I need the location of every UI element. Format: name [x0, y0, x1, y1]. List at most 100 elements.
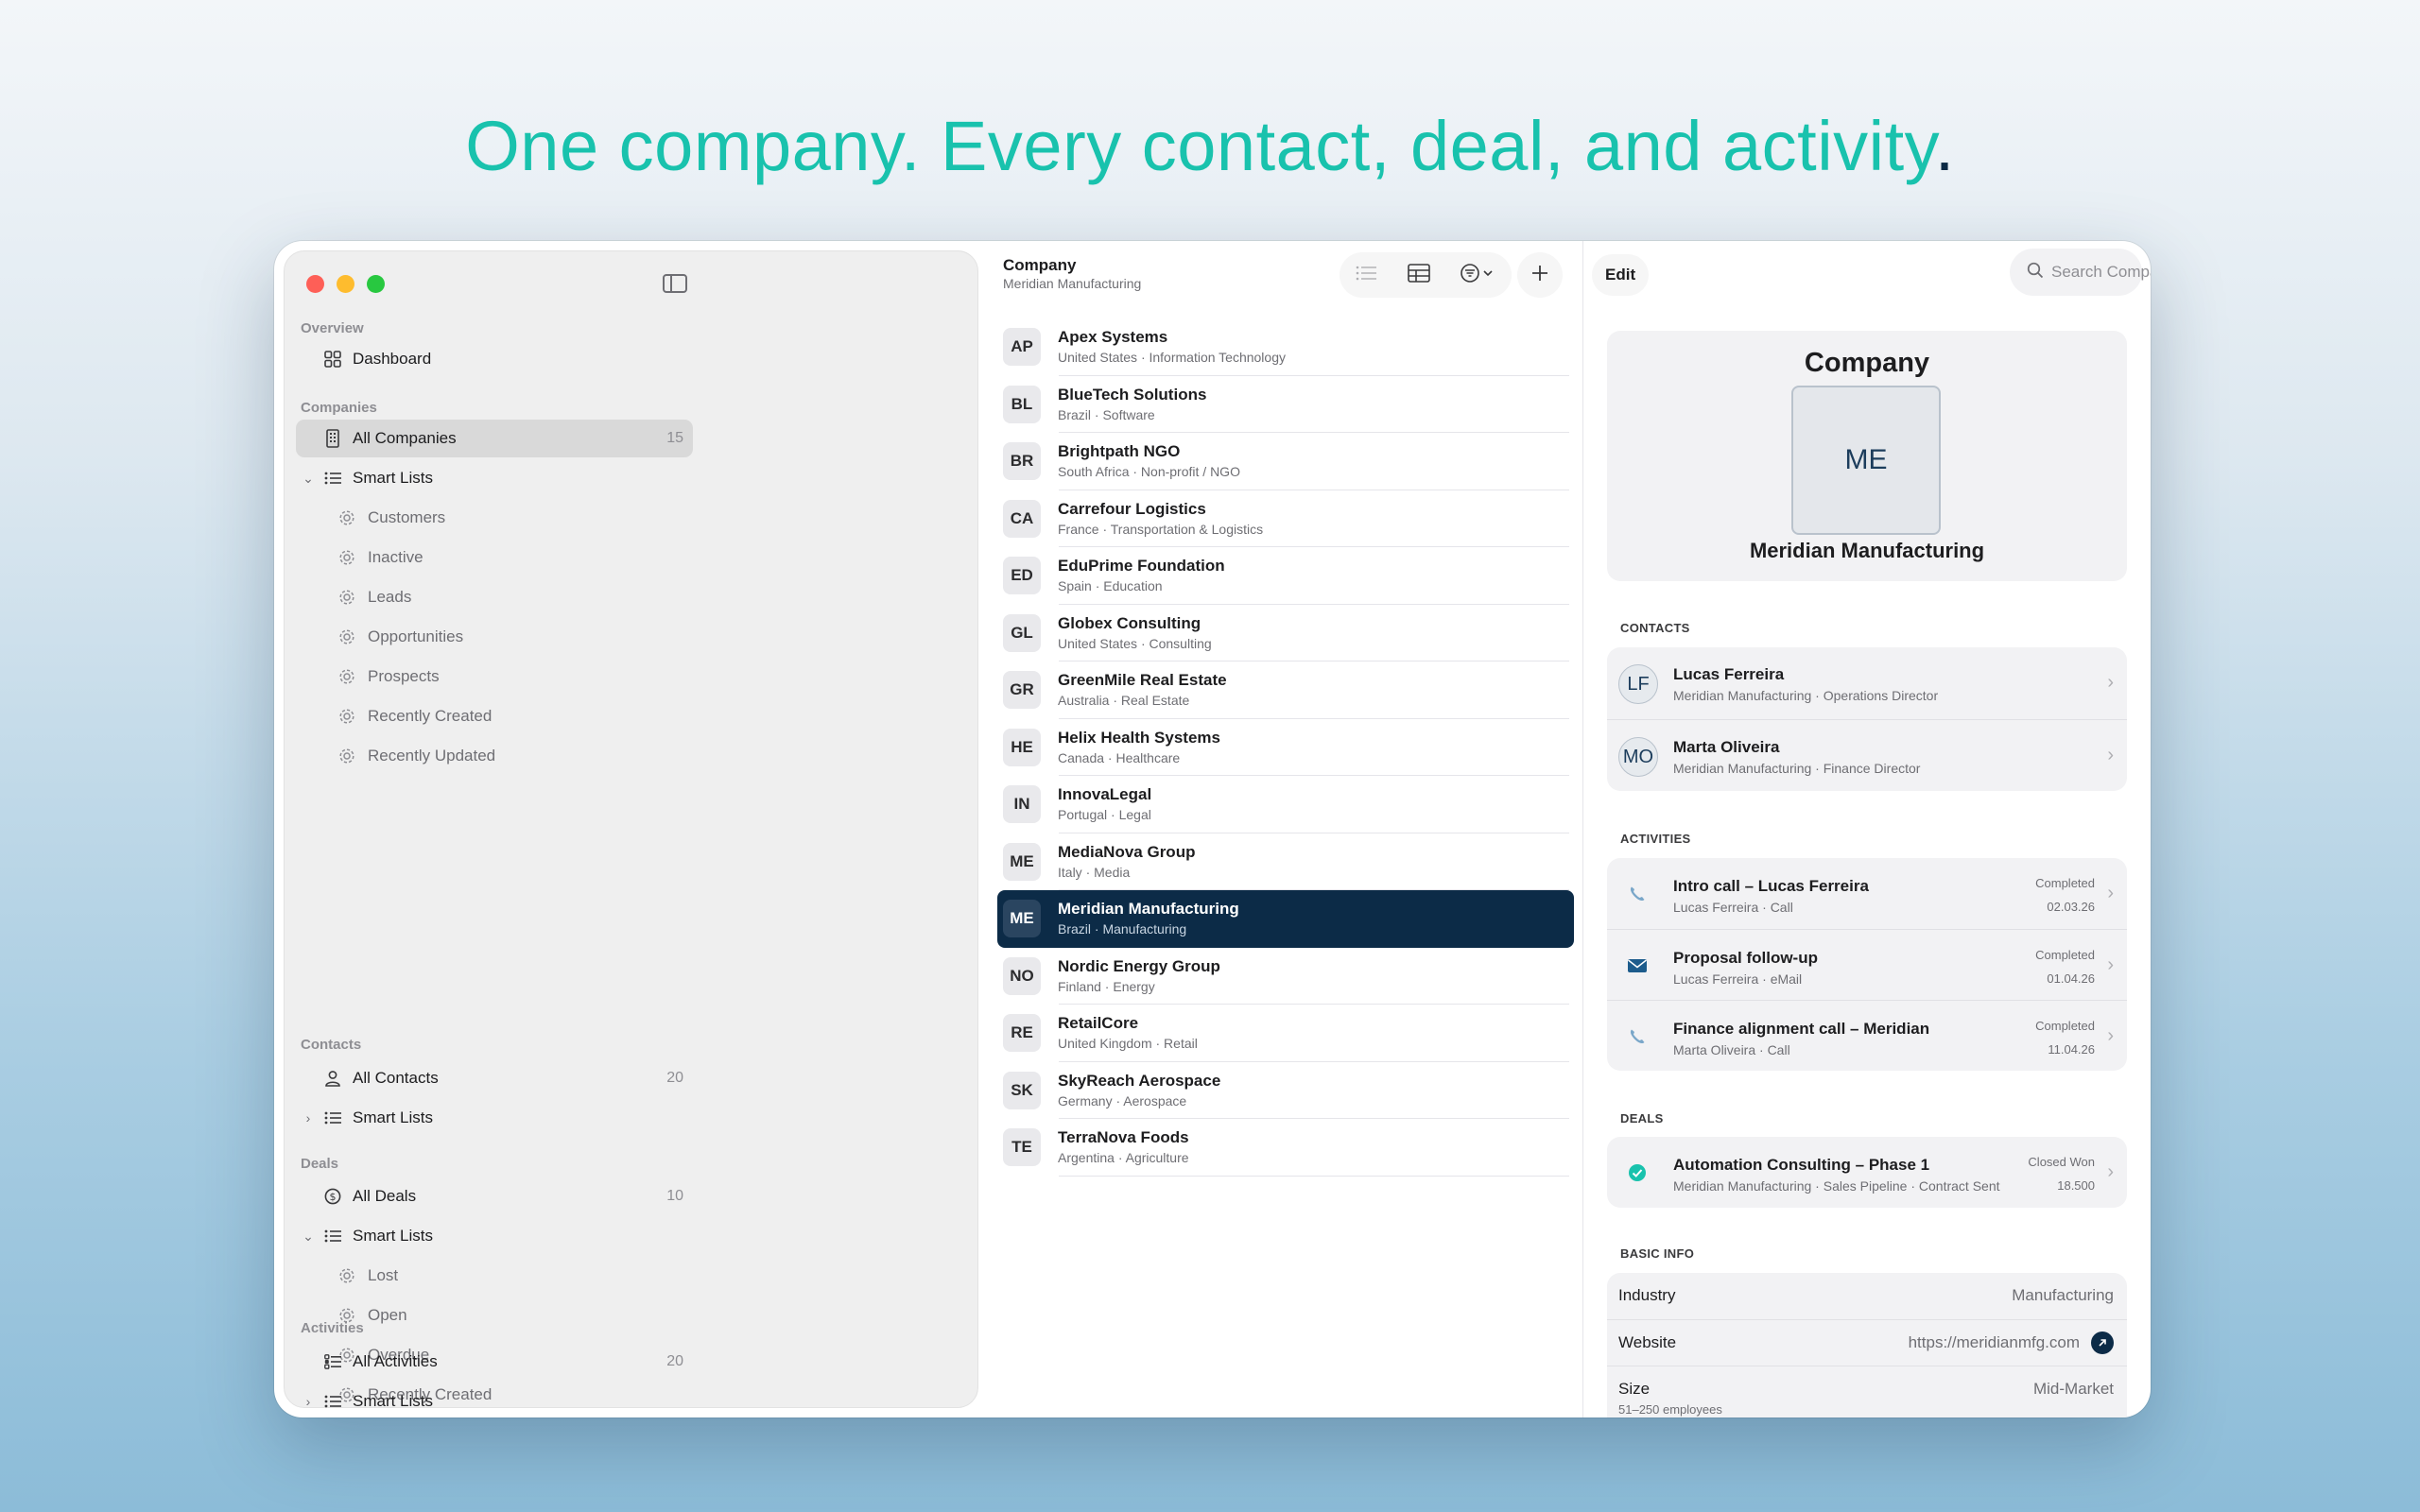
- activity-title: Proposal follow-up: [1673, 949, 1818, 967]
- sidebar-item-all-deals[interactable]: $ All Deals 10: [296, 1177, 693, 1215]
- website-link[interactable]: https://meridianmfg.com: [1909, 1333, 2080, 1352]
- add-company-button[interactable]: [1517, 252, 1563, 298]
- company-row-name: Nordic Energy Group: [1058, 956, 1220, 975]
- zoom-window-button[interactable]: [367, 275, 385, 293]
- activity-subtitle: Marta Oliveira · Call: [1673, 1042, 1790, 1057]
- info-row-size: Size Mid-Market 51–250 employees: [1607, 1366, 2127, 1418]
- sidebar-item-label: All Companies: [353, 429, 457, 447]
- smart-list-label: Open: [368, 1306, 407, 1324]
- dollar-icon: $: [322, 1186, 343, 1207]
- table-view-button[interactable]: [1392, 252, 1445, 298]
- count-badge: 15: [666, 430, 683, 446]
- sidebar-item-label: Smart Lists: [353, 1392, 434, 1410]
- sidebar-item-all-activities[interactable]: All Activities 20: [296, 1343, 693, 1381]
- basic-info-section-label: BASIC INFO: [1620, 1246, 1695, 1261]
- sidebar-item-label: All Deals: [353, 1187, 417, 1205]
- company-row[interactable]: ME MediaNova Group Italy · Media: [997, 833, 1574, 890]
- chevron-down-icon[interactable]: ⌄: [302, 1228, 315, 1245]
- deal-row[interactable]: Automation Consulting – Phase 1 Meridian…: [1607, 1137, 2127, 1208]
- company-row[interactable]: IN InnovaLegal Portugal · Legal: [997, 776, 1574, 833]
- info-key: Industry: [1618, 1286, 1676, 1304]
- company-row[interactable]: NO Nordic Energy Group Finland · Energy: [997, 948, 1574, 1005]
- detail-scroll-area[interactable]: Company ME Meridian Manufacturing CONTAC…: [1584, 241, 2151, 1418]
- company-row-meta: United States · Consulting: [1058, 635, 1212, 651]
- company-row[interactable]: GR GreenMile Real Estate Australia · Real …: [997, 662, 1574, 719]
- company-row[interactable]: CA Carrefour Logistics France · Transporta…: [997, 490, 1574, 547]
- sidebar-toggle-icon[interactable]: [663, 274, 687, 293]
- section-companies: Companies: [301, 400, 377, 416]
- activity-row[interactable]: Finance alignment call – Meridian Marta O…: [1607, 1000, 2127, 1071]
- sidebar-item-activity-smart-lists[interactable]: › Smart Lists: [296, 1383, 693, 1418]
- company-row[interactable]: ED EduPrime Foundation Spain · Education: [997, 547, 1574, 605]
- chevron-down-icon[interactable]: ⌄: [302, 471, 315, 487]
- company-row[interactable]: ME Meridian Manufacturing Brazil · Manufac…: [997, 890, 1574, 948]
- contact-row[interactable]: MO Marta Oliveira Meridian Manufacturing ·…: [1607, 719, 2127, 791]
- smart-list-label: Lost: [368, 1266, 399, 1284]
- smart-list-item[interactable]: Inactive: [296, 539, 693, 576]
- company-row[interactable]: GL Globex Consulting United States · Consu…: [997, 605, 1574, 662]
- smart-list-item[interactable]: Recently Created: [296, 697, 693, 735]
- activity-status: Completed: [2035, 948, 2095, 962]
- sidebar-item-all-contacts[interactable]: All Contacts 20: [296, 1059, 693, 1097]
- phone-icon: [1626, 883, 1649, 905]
- company-row[interactable]: TE TerraNova Foods Argentina · Agriculture: [997, 1119, 1574, 1177]
- company-avatar: ED: [1003, 557, 1041, 595]
- hero-title: Company: [1804, 348, 1930, 378]
- chevron-right-icon: ›: [2107, 883, 2114, 903]
- smart-list-item[interactable]: Opportunities: [296, 618, 693, 656]
- company-row-name: EduPrime Foundation: [1058, 557, 1225, 575]
- open-link-icon[interactable]: [2091, 1332, 2114, 1354]
- gear-icon: [337, 547, 357, 568]
- sidebar-item-deal-smart-lists[interactable]: ⌄ Smart Lists: [296, 1217, 693, 1255]
- basic-info-card: Industry Manufacturing Website https://m…: [1607, 1273, 2127, 1418]
- deal-status: Closed Won: [2028, 1155, 2095, 1169]
- deal-subtitle: Meridian Manufacturing · Sales Pipeline …: [1673, 1178, 2000, 1194]
- smart-list-item[interactable]: Customers: [296, 499, 693, 537]
- smart-list-item[interactable]: Leads: [296, 578, 693, 616]
- filter-menu-button[interactable]: [1445, 252, 1512, 298]
- company-avatar: AP: [1003, 328, 1041, 367]
- company-row-meta: Australia · Real Estate: [1058, 693, 1190, 708]
- company-row-name: Brightpath NGO: [1058, 442, 1181, 460]
- smart-list-item[interactable]: Recently Updated: [296, 737, 693, 775]
- window-controls: [306, 275, 385, 293]
- building-icon: [322, 428, 343, 449]
- company-row[interactable]: RE RetailCore United Kingdom · Retail: [997, 1005, 1574, 1062]
- sidebar-item-contact-smart-lists[interactable]: › Smart Lists: [296, 1099, 693, 1137]
- list-view-button[interactable]: [1340, 252, 1392, 298]
- company-logo[interactable]: ME: [1791, 386, 1941, 535]
- company-row[interactable]: AP Apex Systems United States · Informatio…: [997, 318, 1574, 376]
- company-detail-pane: Edit Company ME Meridian Manufacturing C…: [1584, 241, 2151, 1418]
- search-anchor: [2014, 249, 2144, 296]
- company-row-meta: United Kingdom · Retail: [1058, 1036, 1198, 1051]
- app-window: Overview Dashboard Companies All Compani…: [274, 241, 2151, 1418]
- minimize-window-button[interactable]: [337, 275, 354, 293]
- chevron-right-icon[interactable]: ›: [302, 1110, 315, 1125]
- gear-icon: [337, 746, 357, 766]
- company-row[interactable]: HE Helix Health Systems Canada · Healthcar…: [997, 719, 1574, 776]
- sidebar-item-all-companies[interactable]: All Companies 15: [296, 420, 693, 457]
- info-value: Manufacturing: [2012, 1286, 2114, 1304]
- sidebar-item-dashboard[interactable]: Dashboard: [296, 340, 693, 378]
- chevron-right-icon[interactable]: ›: [302, 1394, 315, 1409]
- company-row-name: GreenMile Real Estate: [1058, 671, 1227, 689]
- smart-list-item[interactable]: Prospects: [296, 658, 693, 696]
- activities-section-label: ACTIVITIES: [1620, 832, 1691, 846]
- company-avatar: BL: [1003, 385, 1041, 423]
- activity-row[interactable]: Intro call – Lucas Ferreira Lucas Ferreir…: [1607, 858, 2127, 929]
- company-row[interactable]: BR Brightpath NGO South Africa · Non-profi…: [997, 433, 1574, 490]
- contact-row[interactable]: LF Lucas Ferreira Meridian Manufacturing ·…: [1607, 647, 2127, 719]
- sidebar-item-company-smart-lists[interactable]: ⌄ Smart Lists: [296, 459, 693, 497]
- company-avatar: RE: [1003, 1014, 1041, 1053]
- company-row-meta: Canada · Healthcare: [1058, 749, 1181, 765]
- activity-row[interactable]: Proposal follow-up Lucas Ferreira · eMail…: [1607, 929, 2127, 1000]
- plus-icon: [1530, 264, 1549, 287]
- company-row[interactable]: SK SkyReach Aerospace Germany · Aerospace: [997, 1062, 1574, 1119]
- deals-card: Automation Consulting – Phase 1 Meridian…: [1607, 1137, 2127, 1208]
- close-window-button[interactable]: [306, 275, 324, 293]
- marketing-headline: One company. Every contact, deal, and ac…: [0, 106, 2420, 186]
- section-activities: Activities: [301, 1320, 364, 1336]
- company-row[interactable]: BL BlueTech Solutions Brazil · Software: [997, 376, 1574, 433]
- smart-list-item[interactable]: Lost: [296, 1257, 693, 1295]
- info-row-website: Website https://meridianmfg.com: [1607, 1319, 2127, 1366]
